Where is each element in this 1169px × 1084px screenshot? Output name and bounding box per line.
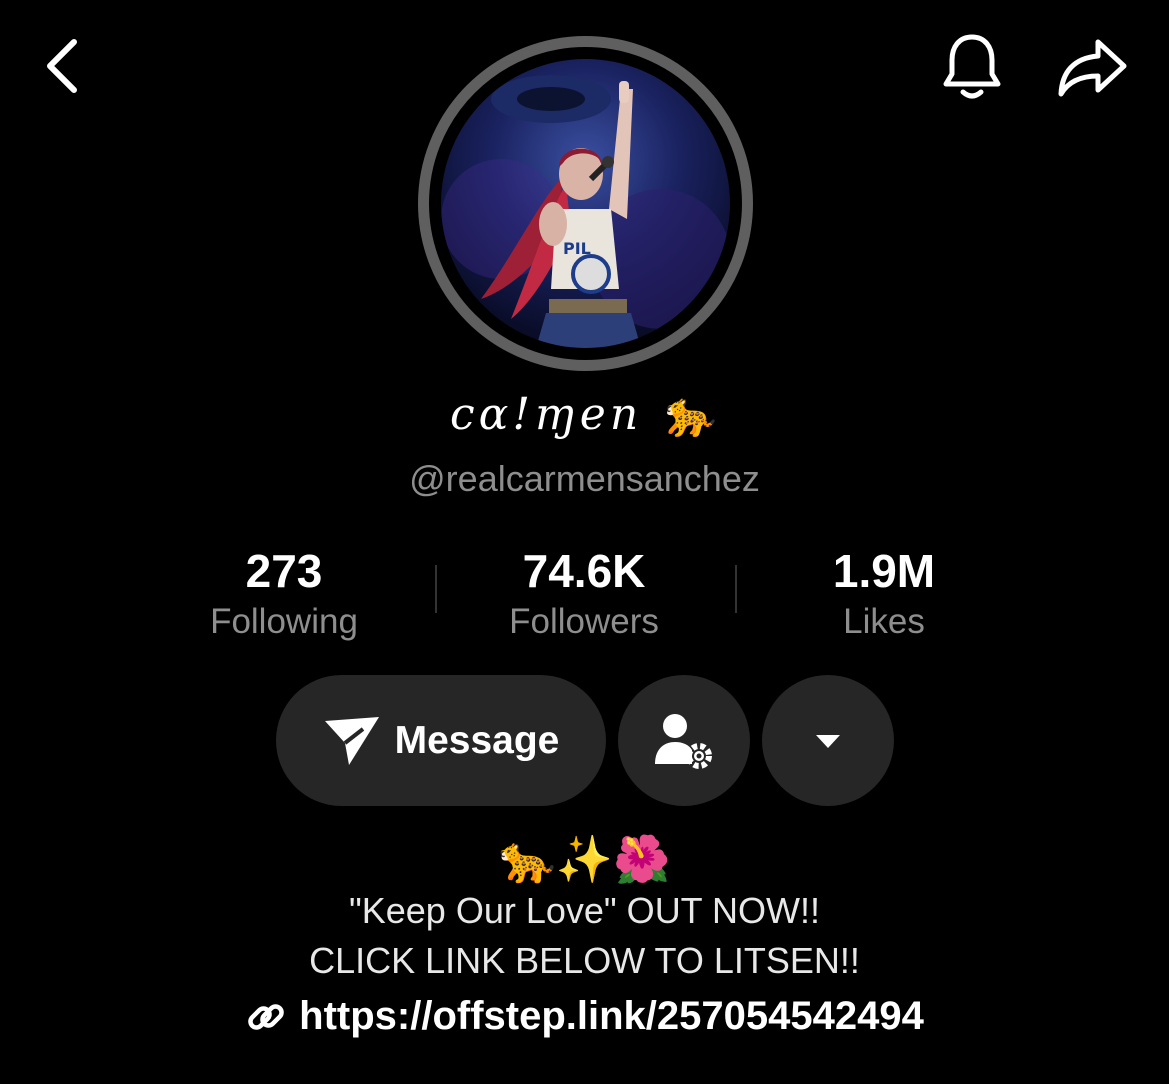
share-button[interactable] xyxy=(1050,32,1134,104)
stat-likes[interactable]: 1.9M Likes xyxy=(734,543,1034,645)
caret-down-icon xyxy=(816,734,840,748)
paper-plane-icon xyxy=(324,716,379,765)
message-button[interactable]: Message xyxy=(276,675,606,806)
more-options-dropdown[interactable] xyxy=(762,675,894,806)
followers-count: 74.6K xyxy=(522,545,646,597)
bell-icon xyxy=(943,34,1001,99)
bio-emoji-line: 🐆✨🌺 xyxy=(498,833,671,885)
stat-followers[interactable]: 74.6K Followers xyxy=(434,543,734,645)
stat-following[interactable]: 273 Following xyxy=(134,543,434,645)
following-count: 273 xyxy=(245,545,323,597)
likes-count: 1.9M xyxy=(832,545,936,597)
link-chain-icon xyxy=(248,1003,284,1030)
bio-link[interactable]: https://offstep.link/257054542494 xyxy=(0,994,1169,1039)
display-name: cα!ɱen 🐆 xyxy=(450,389,719,440)
notifications-button[interactable] xyxy=(932,30,1012,106)
followers-label: Followers xyxy=(509,602,659,641)
likes-label: Likes xyxy=(843,602,925,641)
avatar-photo: PIL xyxy=(441,75,730,348)
back-button[interactable] xyxy=(30,32,94,100)
bio-line-2: CLICK LINK BELOW TO LITSEN!! xyxy=(309,940,860,981)
username-handle: @realcarmensanchez xyxy=(409,458,760,499)
person-gear-icon xyxy=(655,713,712,769)
following-label: Following xyxy=(210,602,358,641)
friend-settings-button[interactable] xyxy=(618,675,750,806)
message-button-label: Message xyxy=(394,718,560,762)
share-arrow-icon xyxy=(1058,39,1127,97)
bio-line-1: "Keep Our Love" OUT NOW!! xyxy=(348,890,821,931)
chevron-left-icon xyxy=(47,39,77,93)
avatar[interactable]: PIL xyxy=(441,59,730,348)
bio-link-text[interactable]: https://offstep.link/257054542494 xyxy=(299,994,924,1039)
